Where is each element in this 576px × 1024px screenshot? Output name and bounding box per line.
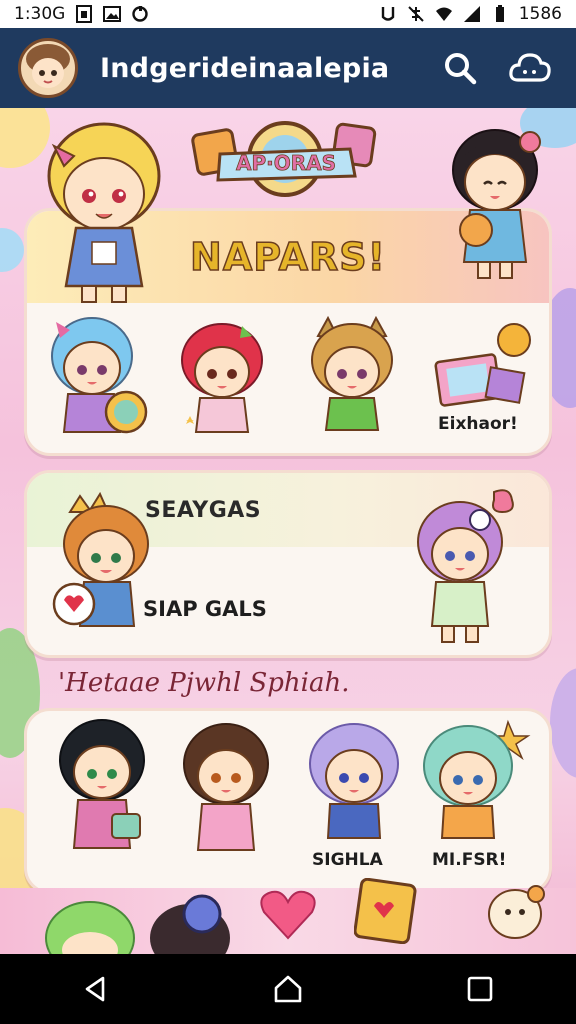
character-red-hair-girl[interactable] [172, 320, 272, 444]
character-blue-hair-girl[interactable] [44, 314, 154, 444]
heart-icon[interactable] [258, 884, 318, 944]
back-icon [85, 976, 105, 1002]
avatar-face-icon [26, 44, 70, 88]
vibrate-icon [381, 7, 394, 21]
character-green-hair-peek [45, 901, 135, 954]
status-time: 1:30G [14, 4, 66, 24]
status-right-text: 1586 [518, 4, 562, 24]
recents-button[interactable] [450, 959, 510, 1019]
gift-box-icon[interactable] [428, 318, 538, 418]
gallery-caption-2: MI.FSR! [432, 850, 507, 870]
tagline-text: 'Hetaae Pjwhl Sphiah. [58, 668, 350, 698]
character-purple-hair-girl[interactable] [404, 486, 524, 646]
main-scene: AP·ORAS NAPARS! Eixhaor! SEAYGAS SIAP GA… [0, 108, 576, 954]
book-icon[interactable] [354, 878, 418, 944]
banner-text: AP·ORAS [236, 151, 336, 175]
character-cat-ear-girl[interactable] [300, 316, 404, 444]
cloud-icon [509, 53, 551, 82]
home-icon [274, 975, 302, 1003]
gallery-caption-1: SIGHLA [312, 850, 383, 870]
home-button[interactable] [258, 959, 318, 1019]
character-mint-hair-girl[interactable] [412, 718, 542, 858]
status-right: 1586 [379, 4, 562, 24]
status-left: 1:30G [14, 4, 149, 24]
cloud-button[interactable] [502, 40, 558, 96]
character-blonde-girl[interactable] [34, 116, 174, 306]
character-dark-hair-girl[interactable] [440, 122, 550, 282]
recents-icon [467, 976, 493, 1002]
character-dark-hair-peek [150, 894, 230, 954]
balloon-decoration [0, 228, 24, 272]
back-button[interactable] [66, 959, 126, 1019]
image-icon [103, 6, 122, 22]
status-bar: 1:30G 1586 [0, 0, 576, 28]
sync-icon [132, 6, 149, 22]
group-subtitle: SIAP GALS [143, 597, 267, 621]
app-title: Indgerideinaalepia [100, 52, 390, 84]
mascot-icon [488, 885, 545, 939]
character-black-hair-girl[interactable] [46, 714, 156, 864]
character-orange-hair-boy[interactable] [50, 492, 160, 632]
wifi-icon [435, 7, 452, 21]
sim-icon [76, 5, 93, 23]
mute-icon [408, 6, 424, 22]
character-lavender-hair-girl[interactable] [300, 718, 410, 858]
search-icon [445, 53, 477, 85]
system-nav-bar [0, 954, 576, 1024]
battery-icon [495, 5, 504, 22]
group-heading: SEAYGAS [145, 497, 262, 523]
avatar[interactable] [18, 38, 78, 98]
signal-icon [463, 6, 480, 22]
banner-sign: AP·ORAS [191, 121, 377, 197]
section-heading: NAPARS! [189, 234, 386, 280]
search-button[interactable] [432, 40, 488, 96]
gift-label: Eixhaor! [438, 414, 518, 434]
app-bar: Indgerideinaalepia [0, 28, 576, 108]
character-brown-hair-girl[interactable] [172, 720, 282, 866]
balloon-decoration [550, 668, 576, 778]
